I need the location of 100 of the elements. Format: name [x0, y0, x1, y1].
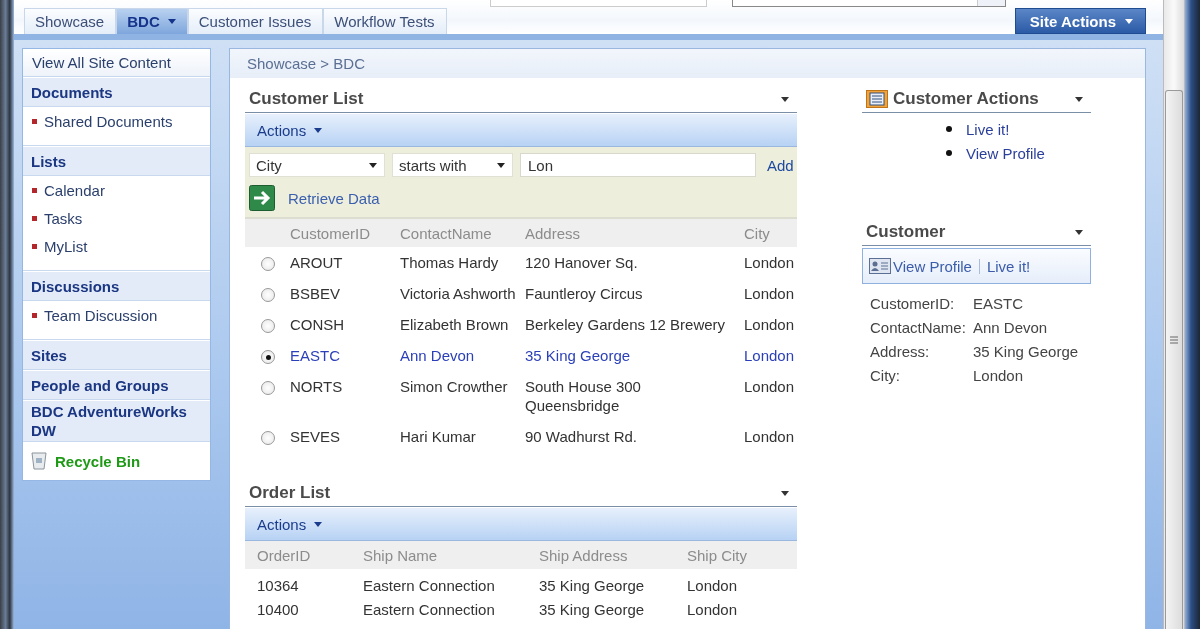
table-cell-text: London [744, 346, 796, 366]
caret-icon [1075, 229, 1083, 235]
bullet-icon [32, 243, 37, 249]
table-cell: Thomas Hardy [400, 247, 525, 278]
toolbar-link[interactable]: View Profile [893, 257, 972, 275]
caret-icon [1075, 96, 1083, 102]
actions-menu[interactable]: Actions [257, 515, 307, 533]
table-cell-text: SEVES [290, 427, 342, 447]
field-value: Ann Devon [973, 318, 1049, 337]
nav-tab[interactable]: Workflow Tests [323, 8, 447, 34]
nav-link[interactable]: MyList [44, 237, 88, 255]
caret-icon [314, 127, 323, 133]
operator-dropdown[interactable]: starts with [392, 153, 513, 177]
table-cell-text: London [744, 377, 796, 397]
toolbar-link[interactable]: Live it! [986, 257, 1031, 275]
radio-button[interactable] [261, 288, 275, 302]
table-cell-text: Fauntleroy Circus [525, 284, 644, 304]
grip-icon [1170, 336, 1178, 344]
radio-button[interactable] [261, 350, 275, 364]
action-link[interactable]: Live it! [966, 120, 1010, 138]
list-icon [866, 90, 888, 108]
table-cell: BSBEV [290, 278, 400, 309]
caret-icon [781, 490, 789, 496]
caret-icon [497, 162, 505, 168]
field-dropdown[interactable]: City [249, 153, 385, 177]
radio-button[interactable] [261, 257, 275, 271]
nav-heading[interactable]: Sites [31, 345, 67, 365]
table-cell-text: South House 300 Queensbridge [525, 377, 642, 416]
radio-button[interactable] [261, 431, 275, 445]
table-cell-text: Berkeley Gardens 12 Brewery [525, 315, 727, 335]
table-cell: Eastern Connection [351, 569, 527, 597]
field-value: EASTC [973, 294, 1024, 313]
nav-tab[interactable]: Customer Issues [187, 8, 324, 34]
table-cell-text: Eastern Connection [362, 599, 496, 620]
table-cell: Simon Crowther [400, 371, 525, 421]
nav-link[interactable]: Tasks [44, 209, 83, 227]
bullet-icon [32, 215, 37, 221]
nav-link[interactable]: Calendar [44, 181, 105, 199]
nav-heading[interactable]: Lists [31, 151, 66, 171]
bullet-icon [32, 312, 37, 318]
nav-link[interactable]: Shared Documents [44, 112, 173, 130]
nav-heading[interactable]: People and Groups [31, 375, 169, 395]
field-label: Address: [870, 342, 931, 361]
radio-button[interactable] [261, 381, 275, 395]
table-cell: NORTS [290, 371, 400, 421]
caret-icon [314, 521, 323, 527]
field-value: 35 King George [973, 342, 1080, 361]
table-cell-text: London [744, 284, 796, 304]
table-cell: 10364 [245, 569, 351, 597]
field-label: CustomerID: [870, 294, 956, 313]
add-link[interactable]: Add [767, 156, 794, 174]
table-cell: Hari Kumar [400, 421, 525, 452]
table-cell-text: 35 King George [538, 599, 646, 620]
table-cell-text: 90 Wadhurst Rd. [525, 427, 638, 447]
caret-icon [369, 162, 377, 168]
table-cell-text: 10400 [256, 599, 300, 620]
table-cell-text: Elizabeth Brown [400, 315, 510, 335]
web-part-title: Order List [249, 483, 331, 503]
table-cell: 35 King George [527, 569, 675, 597]
table-cell-text: London [686, 599, 739, 620]
nav-link[interactable]: Team Discussion [44, 306, 158, 324]
table-cell-text: 35 King George [525, 346, 632, 366]
radio-button[interactable] [261, 319, 275, 333]
web-part-title: Customer List [249, 89, 364, 109]
caret-icon [781, 96, 789, 102]
nav-heading[interactable]: BDC AdventureWorks DW [31, 402, 202, 440]
bullet-icon [32, 187, 37, 193]
site-actions-button[interactable]: Site Actions [1014, 8, 1146, 34]
caret-icon [1125, 18, 1133, 24]
nav-tab[interactable]: Showcase [24, 8, 117, 34]
recycle-bin-link[interactable]: Recycle Bin [55, 452, 141, 470]
nav-tab[interactable]: BDC [116, 8, 188, 34]
filter-value-field[interactable]: Lon [520, 153, 756, 177]
table-cell: AROUT [290, 247, 400, 278]
table-cell-text: London [744, 315, 796, 335]
trash-can-icon [31, 452, 47, 470]
field-value: London [973, 366, 1025, 385]
table-cell-text: CONSH [290, 315, 346, 335]
contact-card-icon [869, 258, 891, 274]
table-cell: 120 Hanover Sq. [525, 247, 744, 278]
table-cell-text: Victoria Ashworth [400, 284, 517, 304]
table-cell: Ann Devon [400, 340, 525, 371]
breadcrumb[interactable]: Showcase > BDC [247, 55, 365, 72]
table-cell: EASTC [290, 340, 400, 371]
field-label: ContactName: [870, 318, 967, 337]
retrieve-data-link[interactable]: Retrieve Data [288, 189, 380, 207]
bullet-icon [946, 126, 952, 132]
field-label: City: [870, 366, 901, 385]
actions-menu[interactable]: Actions [257, 121, 307, 139]
bullet-icon [32, 118, 37, 124]
web-part-title: Customer Actions [893, 89, 1040, 109]
nav-heading[interactable]: Discussions [31, 276, 120, 296]
table-cell-text: London [744, 427, 796, 447]
table-cell: London [744, 247, 797, 278]
bullet-icon [946, 150, 952, 156]
scrollbar[interactable] [1163, 0, 1185, 629]
table-cell: London [675, 569, 797, 597]
action-link[interactable]: View Profile [966, 144, 1045, 162]
nav-heading[interactable]: Documents [31, 82, 113, 102]
web-part-title: Customer [866, 222, 947, 242]
